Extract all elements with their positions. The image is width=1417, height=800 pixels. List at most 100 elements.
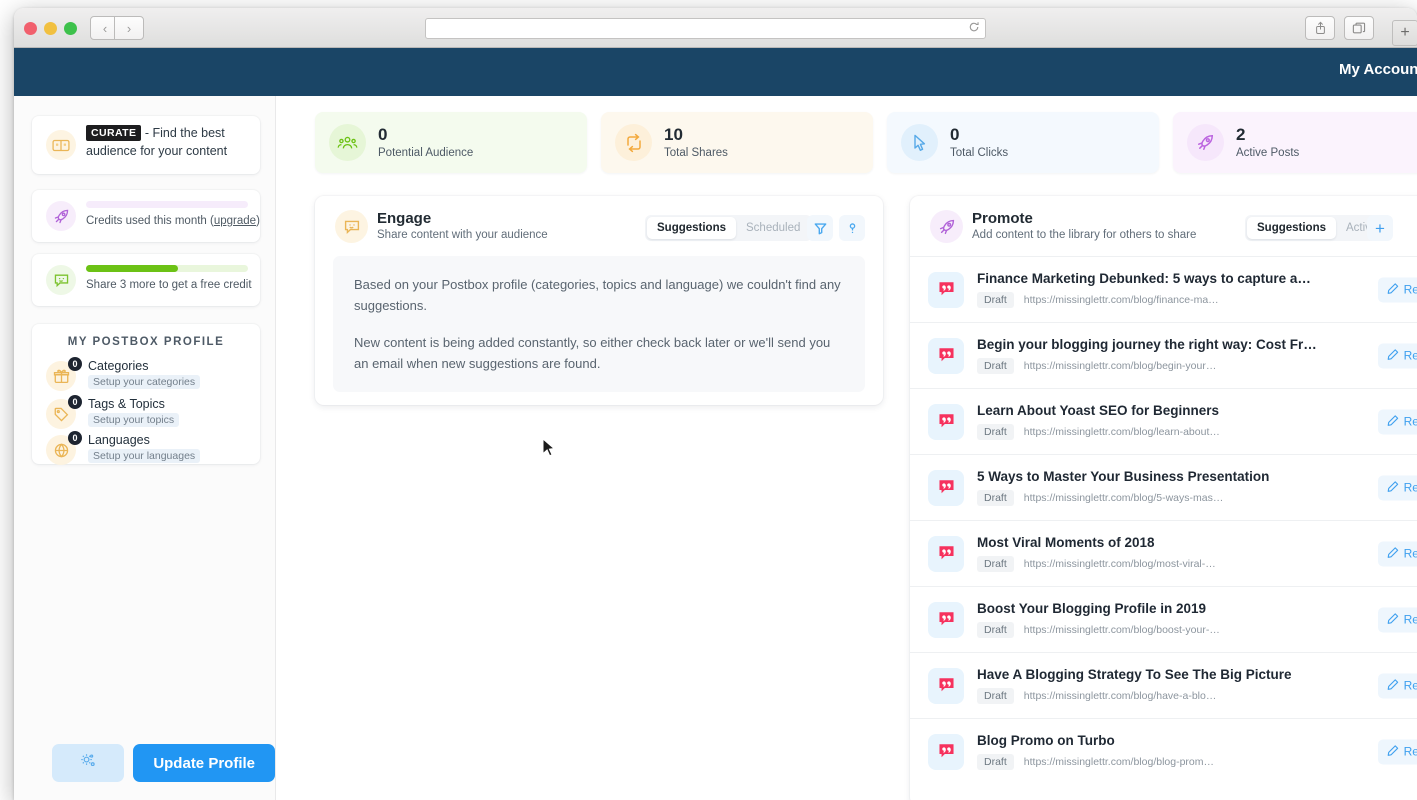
pencil-icon [1387,744,1399,759]
languages-count-badge: 0 [68,431,82,445]
categories-sublabel[interactable]: Setup your categories [88,375,201,389]
promote-item-title: 5 Ways to Master Your Business Presentat… [977,469,1270,484]
review-button[interactable]: Review [1377,673,1417,698]
promote-header: Promote Add content to the library for o… [910,196,1417,258]
review-button[interactable]: Review [1377,541,1417,566]
app-body: CURATE - Find the best audience for your… [14,96,1417,800]
rocket-icon [46,201,76,231]
promote-subtitle: Add content to the library for others to… [972,229,1197,241]
languages-sublabel[interactable]: Setup your languages [88,449,201,463]
promote-item-meta: Draft https://missinglettr.com/blog/5-way… [977,490,1417,506]
window-maximize-button[interactable] [64,22,77,35]
stat-value: 2 [1236,125,1246,145]
promote-item-meta: Draft https://missinglettr.com/blog/learn… [977,424,1417,440]
promote-list-item[interactable]: Begin your blogging journey the right wa… [910,322,1417,388]
people-icon [329,124,366,161]
tab-promote-suggestions[interactable]: Suggestions [1247,217,1337,239]
review-button[interactable]: Review [1377,277,1417,302]
pencil-icon [1387,678,1399,693]
stat-value: 0 [378,125,388,145]
address-bar[interactable] [425,18,986,39]
review-button-label: Review [1403,546,1417,561]
stat-label: Active Posts [1236,146,1300,159]
engage-title: Engage [377,210,432,227]
review-button[interactable]: Review [1377,607,1417,632]
forward-icon[interactable]: › [114,16,144,40]
share-icon[interactable] [1305,16,1335,40]
promote-item-title: Learn About Yoast SEO for Beginners [977,403,1220,418]
tab-engage-suggestions[interactable]: Suggestions [647,217,737,239]
pencil-icon [1387,414,1399,429]
sidebar-card-curate[interactable]: CURATE - Find the best audience for your… [32,116,260,174]
sidebar-item-languages[interactable]: 0 Languages Setup your languages [46,431,250,468]
stat-label: Potential Audience [378,146,474,159]
window-minimize-button[interactable] [44,22,57,35]
help-icon[interactable] [839,215,865,241]
promote-item-url: https://missinglettr.com/blog/finance-ma… [1023,294,1219,306]
status-badge: Draft [977,556,1014,572]
promote-list-item[interactable]: Learn About Yoast SEO for Beginners Draft… [910,388,1417,454]
quote-bubble-icon [928,733,964,770]
promote-list-item[interactable]: 5 Ways to Master Your Business Presentat… [910,454,1417,520]
sidebar-item-categories[interactable]: 0 Categories Setup your categories [46,357,250,394]
add-content-button[interactable]: + [1367,215,1393,241]
promote-item-body: Boost Your Blogging Profile in 2019 Draft… [977,601,1417,638]
status-badge: Draft [977,292,1014,308]
review-button-label: Review [1403,348,1417,363]
review-button[interactable]: Review [1377,739,1417,764]
promote-item-url: https://missinglettr.com/blog/begin-your… [1023,360,1217,372]
upgrade-link[interactable]: upgrade [214,215,256,227]
app-header: My Account [14,48,1417,96]
stats-row: 0 Potential Audience 10 Total Shares 0 T… [315,112,1417,173]
status-badge: Draft [977,754,1014,770]
promote-list-item[interactable]: Finance Marketing Debunked: 5 ways to ca… [910,256,1417,322]
promote-item-body: Blog Promo on Turbo Draft https://missingl… [977,733,1417,770]
engage-message-line2: New content is being added constantly, s… [354,335,831,372]
promote-list-item[interactable]: Have A Blogging Strategy To See The Big … [910,652,1417,718]
stat-card-total-clicks[interactable]: 0 Total Clicks [887,112,1159,173]
reload-icon[interactable] [963,21,985,36]
promote-item-body: Finance Marketing Debunked: 5 ways to ca… [977,271,1417,308]
stat-card-potential-audience[interactable]: 0 Potential Audience [315,112,587,173]
review-button[interactable]: Review [1377,475,1417,500]
update-profile-button[interactable]: Update Profile [133,744,275,782]
tags-count-badge: 0 [68,395,82,409]
tabs-icon[interactable] [1344,16,1374,40]
quote-bubble-icon [928,535,964,572]
promote-item-title: Blog Promo on Turbo [977,733,1115,748]
status-badge: Draft [977,358,1014,374]
stat-label: Total Clicks [950,146,1009,159]
review-button-label: Review [1403,678,1417,693]
settings-button[interactable] [52,744,125,782]
my-account-menu[interactable]: My Account [1339,61,1417,78]
engage-panel: Engage Share content with your audience … [315,196,883,405]
pencil-icon [1387,282,1399,297]
tags-topics-label: Tags & Topics [88,397,165,411]
promote-title: Promote [972,210,1033,227]
sidebar-item-tags-topics[interactable]: 0 Tags & Topics Setup your topics [46,395,250,432]
promote-item-meta: Draft https://missinglettr.com/blog/finan… [977,292,1417,308]
review-button[interactable]: Review [1377,409,1417,434]
stat-card-active-posts[interactable]: 2 Active Posts [1173,112,1417,173]
promote-item-meta: Draft https://missinglettr.com/blog/begin… [977,358,1417,374]
stat-card-total-shares[interactable]: 10 Total Shares [601,112,873,173]
stat-label: Total Shares [664,146,728,159]
promote-list-item[interactable]: Boost Your Blogging Profile in 2019 Draft… [910,586,1417,652]
main-content: 0 Potential Audience 10 Total Shares 0 T… [276,96,1417,800]
share-label: Share 3 more to get a free credit [86,279,252,291]
promote-list-item[interactable]: Blog Promo on Turbo Draft https://missingl… [910,718,1417,784]
new-tab-button[interactable]: + [1392,20,1417,46]
sidebar-card-postbox-profile: MY POSTBOX PROFILE 0 Categories Setup yo… [32,324,260,465]
window-close-button[interactable] [24,22,37,35]
review-button[interactable]: Review [1377,343,1417,368]
curate-text: CURATE - Find the best audience for your… [86,125,252,161]
tab-engage-scheduled[interactable]: Scheduled [736,217,810,239]
filter-icon[interactable] [807,215,833,241]
tags-topics-sublabel[interactable]: Setup your topics [88,413,180,427]
sidebar-card-share[interactable]: Share 3 more to get a free credit [32,254,260,306]
pencil-icon [1387,480,1399,495]
promote-list-item[interactable]: Most Viral Moments of 2018 Draft https://m… [910,520,1417,586]
quote-bubble-icon [928,667,964,704]
sidebar-card-credits[interactable]: Credits used this month (upgrade) [32,190,260,242]
categories-label: Categories [88,359,149,373]
